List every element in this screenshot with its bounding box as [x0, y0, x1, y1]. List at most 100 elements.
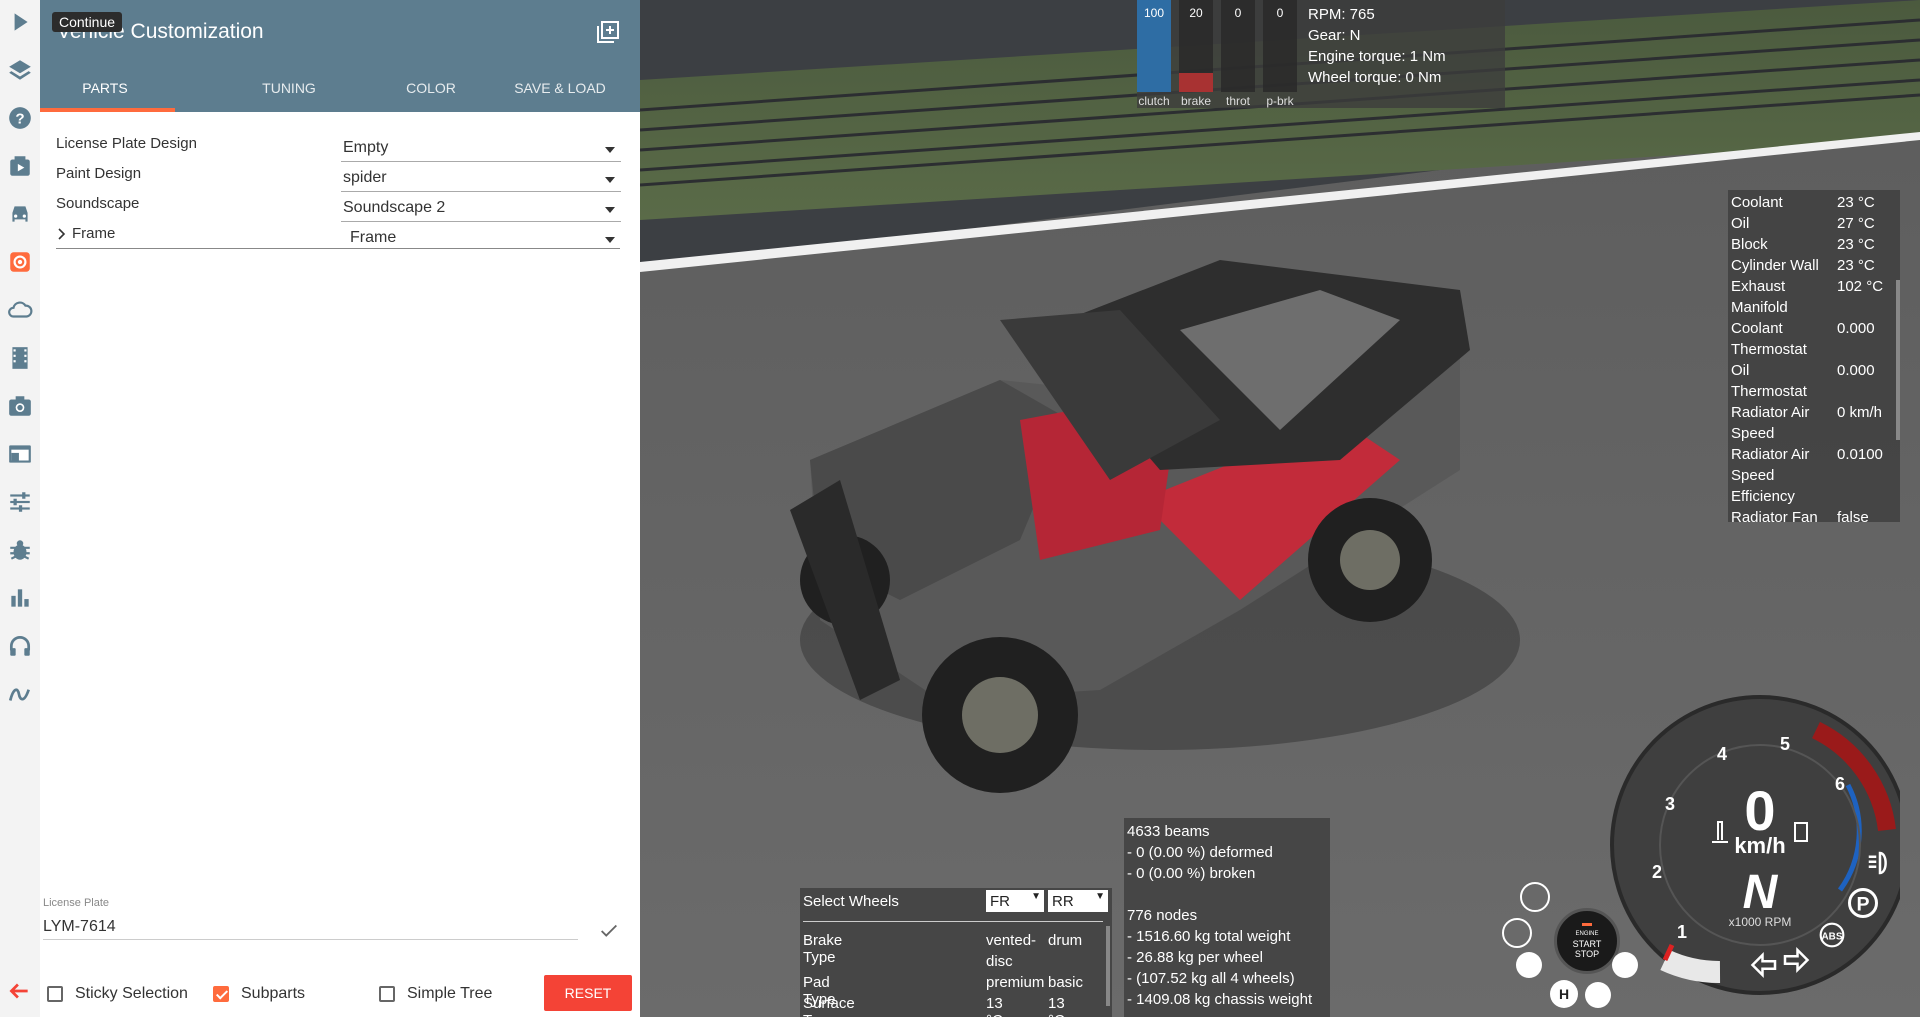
h-shifter-icon[interactable]: H: [1550, 980, 1578, 1008]
tab-save-load[interactable]: SAVE & LOAD: [485, 80, 635, 96]
parking-brake-icon[interactable]: P: [1845, 885, 1881, 921]
beam-stat-line: - 1409.08 kg chassis weight: [1127, 991, 1313, 1008]
dropdown-caret-icon: [605, 147, 615, 153]
curve-icon[interactable]: [4, 678, 36, 710]
gear-readout: Gear: N: [1308, 27, 1361, 44]
sliders-icon[interactable]: [4, 486, 36, 518]
scrollbar[interactable]: [1896, 280, 1900, 440]
vehicle-config-icon[interactable]: [4, 246, 36, 278]
engine-start-stop-button[interactable]: ENGINE START STOP: [1554, 908, 1620, 974]
speed-unit: km/h: [1734, 833, 1785, 858]
wheel-select-fr[interactable]: FR ▼: [986, 890, 1044, 912]
part-label: Soundscape: [56, 195, 140, 212]
diff-lock-icon[interactable]: [1585, 982, 1611, 1008]
tab-tuning[interactable]: TUNING: [224, 80, 354, 96]
tooltip: Continue: [52, 12, 123, 32]
svg-text:4: 4: [1717, 744, 1727, 764]
cloud-icon[interactable]: [4, 294, 36, 326]
wheel-select-rr[interactable]: RR ▼: [1048, 890, 1108, 912]
bar-label: brake: [1180, 94, 1212, 108]
engine-info: RPM: 765 Gear: N Engine torque: 1 Nm Whe…: [1308, 4, 1446, 88]
beam-stats-panel: 4633 beams - 0 (0.00 %) deformed - 0 (0.00…: [1124, 818, 1330, 1017]
part-row: License Plate Design Empty: [56, 131, 621, 162]
window-icon[interactable]: [4, 438, 36, 470]
headphones-icon[interactable]: [4, 630, 36, 662]
brake-bar: 20: [1179, 0, 1213, 92]
panel-header: Vehicle Customization PARTS TUNING COLOR…: [40, 0, 640, 112]
drive-controls: ENGINE START STOP H: [1502, 882, 1640, 1017]
play-icon[interactable]: [4, 6, 36, 38]
checkbox-box[interactable]: [47, 986, 63, 1002]
license-plate-input[interactable]: [43, 915, 578, 940]
part-row: Paint Design spider: [56, 161, 621, 192]
throttle-bar: 0: [1221, 0, 1255, 92]
gear-display: N: [1743, 866, 1779, 919]
turn-signal-right-icon: [1780, 945, 1810, 975]
svg-text:ABS: ABS: [1822, 931, 1843, 942]
car-icon[interactable]: [4, 198, 36, 230]
parking-brake-bar: 0: [1263, 0, 1297, 92]
tab-indicator: [40, 108, 175, 112]
simple-tree-checkbox[interactable]: Simple Tree: [379, 983, 492, 1005]
engine-torque-readout: Engine torque: 1 Nm: [1308, 48, 1446, 65]
svg-text:6: 6: [1835, 774, 1845, 794]
beam-stat-line: 776 nodes: [1127, 907, 1198, 924]
beam-stat-line: - 26.88 kg per wheel: [1127, 949, 1263, 966]
checkbox-box-checked[interactable]: [213, 986, 229, 1002]
abs-icon: ABS: [1815, 918, 1849, 952]
part-label: Frame: [72, 225, 116, 242]
beam-stat-line: - (107.52 kg all 4 wheels): [1127, 970, 1295, 987]
reset-button[interactable]: RESET: [544, 975, 632, 1011]
beam-stat-line: 4633 beams: [1127, 823, 1210, 840]
svg-text:3: 3: [1665, 794, 1675, 814]
tab-color[interactable]: COLOR: [366, 80, 496, 96]
temperature-panel: Coolant 23 °C Oil 27 °C Block 23 °C Cylinder W…: [1728, 190, 1900, 522]
game-viewport[interactable]: 100 20 0 0 clutch brake throt p-brk RPM:…: [640, 0, 1920, 1017]
back-arrow-icon[interactable]: [6, 978, 32, 1004]
divider: [803, 921, 1103, 922]
part-row: Soundscape Soundscape 2: [56, 191, 621, 222]
wheel-icon[interactable]: [1502, 918, 1532, 948]
wheel-icon[interactable]: [1520, 882, 1550, 912]
subparts-checkbox[interactable]: Subparts: [213, 983, 305, 1005]
rpm-unit: x1000 RPM: [1729, 915, 1792, 929]
svg-text:P: P: [1856, 894, 1869, 916]
checkbox-label: Simple Tree: [407, 985, 493, 1002]
add-icon[interactable]: [596, 20, 620, 44]
rpm-readout: RPM: 765: [1308, 6, 1375, 23]
turn-signal-left-icon: [1750, 950, 1780, 980]
checkbox-box[interactable]: [379, 986, 395, 1002]
svg-text:?: ?: [15, 110, 24, 127]
gearbox-mode-icon[interactable]: [1516, 952, 1542, 978]
sticky-selection-checkbox[interactable]: Sticky Selection: [47, 983, 188, 1005]
dropdown-caret-icon: [605, 177, 615, 183]
help-icon[interactable]: ?: [4, 102, 36, 134]
clutch-bar: 100: [1137, 0, 1171, 92]
part-select[interactable]: Soundscape 2: [341, 197, 621, 222]
wheel-info-panel: Select Wheels FR ▼ RR ▼ Brake Type vented-d…: [800, 888, 1112, 1017]
scrollbar[interactable]: [1106, 926, 1110, 1006]
check-icon[interactable]: [598, 920, 620, 942]
license-plate-label: License Plate: [43, 897, 110, 909]
bar-chart-icon[interactable]: [4, 582, 36, 614]
part-label: Paint Design: [56, 165, 142, 182]
traction-icon[interactable]: [1612, 952, 1638, 978]
beam-stat-line: - 0 (0.00 %) deformed: [1127, 844, 1273, 861]
media-play-icon[interactable]: [4, 150, 36, 182]
part-select[interactable]: Empty: [341, 137, 621, 162]
layers-icon[interactable]: [4, 54, 36, 86]
chevron-right-icon[interactable]: [56, 227, 68, 240]
part-select[interactable]: Frame: [341, 227, 621, 251]
film-icon[interactable]: [4, 342, 36, 374]
sidebar: ?: [0, 0, 41, 1017]
bar-label: throt: [1225, 94, 1250, 108]
input-telemetry-panel: 100 20 0 0 clutch brake throt p-brk RPM:…: [1137, 0, 1505, 108]
svg-text:2: 2: [1652, 862, 1662, 882]
wheel-torque-readout: Wheel torque: 0 Nm: [1308, 69, 1442, 86]
svg-text:5: 5: [1780, 734, 1790, 754]
headlights-icon[interactable]: [1865, 848, 1895, 878]
camera-icon[interactable]: [4, 390, 36, 422]
tab-parts[interactable]: PARTS: [40, 80, 170, 96]
bug-icon[interactable]: [4, 534, 36, 566]
part-select[interactable]: spider: [341, 167, 621, 192]
